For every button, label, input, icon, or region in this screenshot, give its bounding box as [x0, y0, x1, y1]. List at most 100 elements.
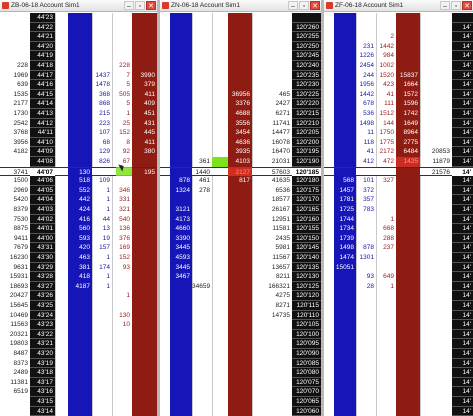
bid-cell[interactable] — [192, 263, 212, 273]
volume-cell[interactable]: 8379 — [0, 205, 30, 215]
extra-cell[interactable] — [252, 330, 292, 340]
ask-cell[interactable] — [228, 243, 252, 253]
price-cell[interactable]: 44'13 — [30, 109, 55, 119]
volume-cell[interactable]: 19803 — [0, 339, 30, 349]
ladder-row[interactable]: 120'065 — [160, 397, 321, 407]
price-cell[interactable]: 14' — [452, 22, 473, 33]
ask-cell[interactable]: 4636 — [228, 137, 252, 148]
ask-cell[interactable] — [132, 368, 157, 378]
side-cell[interactable] — [420, 42, 452, 52]
price-cell[interactable]: 43'24 — [30, 310, 55, 321]
window-titlebar[interactable]: ZB-06-18 Account Sim1 – ▫ ✕ — [0, 0, 157, 12]
price-cell[interactable]: 14' — [452, 195, 473, 205]
extra-cell[interactable]: 166321 — [252, 282, 292, 292]
ask-cell[interactable] — [228, 272, 252, 282]
price-cell[interactable]: 44'20 — [30, 41, 55, 52]
bid-cell[interactable] — [334, 358, 356, 369]
ladder-row[interactable]: 34659 166321 120'125 — [160, 281, 321, 292]
bid-cell[interactable] — [334, 137, 356, 148]
volume-cell[interactable]: 228 — [0, 61, 30, 71]
ladder-row[interactable]: 15645 43'25 — [0, 301, 157, 311]
ladder-row[interactable]: 19803 43'21 — [0, 339, 157, 349]
ask-cell[interactable]: 15837 — [396, 70, 420, 81]
ladder-row[interactable]: 3454 14477 120'205 — [160, 128, 321, 138]
ladder-row[interactable]: 3768 44'11 107 152 445 — [0, 128, 157, 138]
ladder-row[interactable]: 3376 2427 120'220 — [160, 99, 321, 109]
volume-cell[interactable] — [170, 147, 192, 157]
askq-cell[interactable] — [376, 359, 396, 369]
askq-cell[interactable] — [112, 176, 132, 186]
price-cell[interactable]: 43'29 — [30, 262, 55, 273]
price-cell[interactable]: 14' — [452, 377, 473, 388]
bid-cell[interactable] — [334, 368, 356, 378]
ladder-row[interactable]: 3935 16470 120'195 — [160, 147, 321, 157]
bid-cell[interactable] — [68, 349, 92, 359]
bid-cell[interactable] — [68, 70, 92, 81]
ladder-row[interactable]: 11 1750 8964 14' — [324, 128, 473, 138]
ladder-row[interactable]: 6519 43'16 — [0, 387, 157, 397]
side-cell[interactable] — [420, 407, 452, 416]
bidq-cell[interactable] — [92, 291, 112, 301]
ask-cell[interactable] — [228, 368, 252, 378]
bid-cell[interactable] — [192, 330, 212, 340]
extra-cell[interactable] — [252, 61, 292, 71]
askq-cell[interactable]: 130 — [112, 311, 132, 321]
volume-cell[interactable]: 7679 — [0, 243, 30, 253]
ask-cell[interactable] — [228, 61, 252, 71]
bidq-cell[interactable] — [356, 311, 376, 321]
volume-cell[interactable] — [170, 109, 192, 119]
ladder-row[interactable]: 8379 44'03 424 1 321 — [0, 205, 157, 215]
price-cell[interactable]: 43'21 — [30, 339, 55, 349]
ask-cell[interactable]: 3454 — [228, 128, 252, 138]
volume-cell[interactable] — [170, 61, 192, 71]
askq-cell[interactable]: 5 — [112, 99, 132, 109]
ask-cell[interactable] — [396, 377, 420, 388]
askq-cell[interactable] — [112, 349, 132, 359]
price-cell[interactable]: 14' — [452, 51, 473, 61]
askq-cell[interactable]: 5 — [112, 80, 132, 90]
volume-cell[interactable] — [170, 137, 192, 148]
ask-cell[interactable] — [132, 233, 157, 244]
side-cell[interactable] — [420, 243, 452, 253]
bid-cell[interactable] — [192, 13, 212, 23]
extra-cell[interactable]: 11567 — [252, 253, 292, 263]
side-cell[interactable]: 11879 — [420, 157, 452, 167]
ask-cell[interactable]: 6484 — [396, 147, 420, 157]
volume-cell[interactable]: 18693 — [0, 282, 30, 292]
bidq-cell[interactable] — [92, 330, 112, 340]
ladder-row[interactable]: 14' — [324, 368, 473, 378]
ask-cell[interactable] — [132, 185, 157, 196]
askq-cell[interactable] — [112, 51, 132, 61]
bid-cell[interactable] — [334, 377, 356, 388]
ladder-row[interactable] — [160, 13, 321, 23]
extra-cell[interactable] — [252, 378, 292, 388]
ladder-row[interactable]: 11563 43'23 10 — [0, 320, 157, 330]
ask-cell[interactable]: 36956 — [228, 89, 252, 100]
volume-cell[interactable]: 3121 — [170, 205, 192, 215]
askq-cell[interactable] — [376, 407, 396, 416]
bidq-cell[interactable] — [356, 339, 376, 349]
bid-cell[interactable] — [192, 272, 212, 282]
extra-cell[interactable] — [252, 51, 292, 61]
extra-cell[interactable] — [252, 407, 292, 416]
askq-cell[interactable] — [112, 378, 132, 388]
ladder-row[interactable]: 120'085 — [160, 358, 321, 369]
bidq-cell[interactable] — [92, 387, 112, 397]
askq-cell[interactable] — [112, 272, 132, 282]
volume-cell[interactable]: 1969 — [0, 71, 30, 81]
side-cell[interactable] — [420, 32, 452, 42]
ask-cell[interactable] — [396, 281, 420, 292]
side-cell[interactable] — [420, 119, 452, 129]
price-cell[interactable]: 120'150 — [292, 233, 321, 244]
ask-cell[interactable]: 4688 — [228, 109, 252, 119]
side-cell[interactable] — [420, 339, 452, 349]
price-cell[interactable]: 14' — [452, 214, 473, 225]
bid-cell[interactable] — [68, 377, 92, 388]
extra-cell[interactable]: 5981 — [252, 243, 292, 253]
bid-cell[interactable] — [68, 89, 92, 100]
price-ladder-grid[interactable]: 44'23 44'22 44'21 44'20 44'19 228 44'18 228 1969… — [0, 13, 157, 416]
extra-cell[interactable]: 2435 — [252, 234, 292, 244]
askq-cell[interactable]: 423 — [376, 80, 396, 90]
close-button[interactable]: ✕ — [462, 1, 472, 10]
ask-cell[interactable] — [228, 339, 252, 349]
